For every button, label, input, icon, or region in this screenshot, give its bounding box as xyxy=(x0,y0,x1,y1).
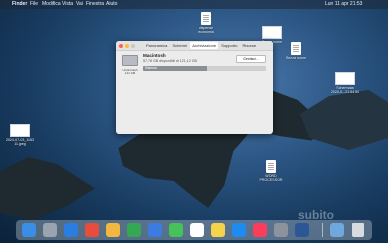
settings-icon[interactable] xyxy=(274,223,288,237)
storage-usage-bar xyxy=(143,66,266,71)
launchpad-icon[interactable] xyxy=(43,223,57,237)
desktop-file-label: WORD PROCESSOR xyxy=(259,174,283,183)
menu-vista[interactable]: Vista xyxy=(62,0,73,9)
wallpaper-island-left xyxy=(0,157,95,220)
desktop-file-label: Schermata 2020-0...21.54.50 xyxy=(330,86,360,95)
menu-finestra[interactable]: Finestra xyxy=(86,0,104,9)
safari-icon[interactable] xyxy=(64,223,78,237)
document-icon xyxy=(291,42,301,55)
tab-schermi[interactable]: Schermi xyxy=(170,42,189,49)
desktop: Finder File Modifica Vista Vai Finestra … xyxy=(0,0,388,243)
dock-separator xyxy=(322,223,323,237)
menu-file[interactable]: File xyxy=(30,0,38,9)
desktop-file-label: dispense economia xyxy=(198,26,214,35)
desktop-file-jpeg[interactable]: 2024-07-03_1153 11.jpeg xyxy=(0,124,40,146)
menu-vai[interactable]: Vai xyxy=(76,0,83,9)
desktop-file-schermata[interactable]: Schermata 2020-0...21.54.50 xyxy=(325,72,365,94)
dock xyxy=(16,220,372,240)
window-titlebar: Panoramica Schermi Archiviazione Support… xyxy=(116,41,273,51)
minimize-button[interactable] xyxy=(125,43,129,48)
calendar-icon[interactable] xyxy=(190,223,204,237)
tab-archiviazione[interactable]: Archiviazione xyxy=(190,42,219,49)
about-this-mac-window: Panoramica Schermi Archiviazione Support… xyxy=(116,41,273,134)
tab-panoramica[interactable]: Panoramica xyxy=(144,42,169,49)
disk-caption: Unità Flash 121 GB xyxy=(122,68,138,76)
app-store-icon[interactable] xyxy=(232,223,246,237)
desktop-file-word-processor[interactable]: WORD PROCESSOR xyxy=(251,160,291,182)
tab-risorse[interactable]: Risorse xyxy=(241,42,259,49)
wallpaper-island-right xyxy=(299,90,388,150)
menu-bar: Finder File Modifica Vista Vai Finestra … xyxy=(0,0,388,9)
disk-name: Macintosh xyxy=(143,53,166,58)
chrome-icon[interactable] xyxy=(85,223,99,237)
storage-usage-label: Sistema xyxy=(145,66,157,70)
zoom-button[interactable] xyxy=(131,43,135,48)
finder-icon[interactable] xyxy=(22,223,36,237)
close-button[interactable] xyxy=(119,43,123,48)
word-icon[interactable] xyxy=(295,223,309,237)
desktop-file-label: Senza nome xyxy=(285,56,307,60)
numbers-icon[interactable] xyxy=(127,223,141,237)
screenshot-icon xyxy=(262,26,282,39)
photos-icon[interactable] xyxy=(106,223,120,237)
manage-button[interactable]: Gestisci... xyxy=(236,55,266,63)
image-file-icon xyxy=(10,124,30,137)
keynote-icon[interactable] xyxy=(148,223,162,237)
disk-free-space: 57,78 GB disponibili di 121,12 GB xyxy=(143,59,197,63)
document-icon xyxy=(201,12,211,25)
notes-icon[interactable] xyxy=(211,223,225,237)
desktop-file-senza-nome-2[interactable]: Senza nome xyxy=(276,42,316,60)
menu-aiuto[interactable]: Aiuto xyxy=(106,0,117,9)
menu-finder[interactable]: Finder xyxy=(12,0,27,9)
screenshot-icon xyxy=(335,72,355,85)
disk-icon xyxy=(122,55,138,66)
trash-icon[interactable] xyxy=(352,223,364,237)
desktop-file-dispense[interactable]: dispense economia xyxy=(186,12,226,34)
menu-modifica[interactable]: Modifica xyxy=(42,0,61,9)
document-icon xyxy=(266,160,276,173)
desktop-file-label: 2024-07-03_1153 11.jpeg xyxy=(5,138,35,147)
menubar-clock[interactable]: Lun 11 apr 21:53 xyxy=(325,0,362,9)
music-icon[interactable] xyxy=(253,223,267,237)
messages-icon[interactable] xyxy=(169,223,183,237)
tab-bar: Panoramica Schermi Archiviazione Support… xyxy=(144,42,258,49)
preview-icon[interactable] xyxy=(330,223,344,237)
tab-supporto[interactable]: Supporto xyxy=(219,42,239,49)
